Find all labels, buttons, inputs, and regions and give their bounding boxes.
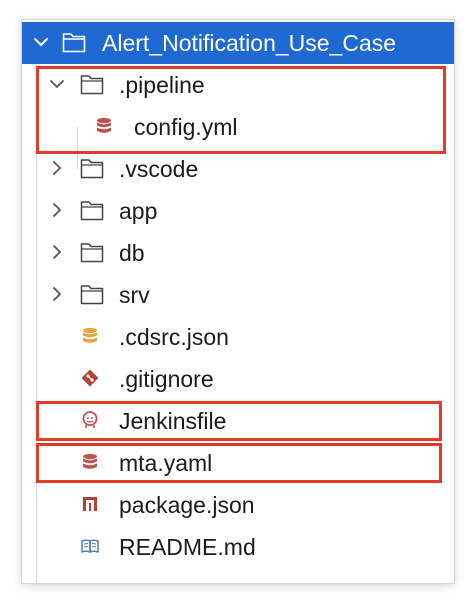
tree-item-jenkinsfile[interactable]: Jenkinsfile — [22, 400, 454, 442]
tree-item-label: .cdsrc.json — [119, 324, 229, 350]
tree-item-label: package.json — [119, 492, 255, 518]
git-icon — [81, 369, 99, 387]
database-icon — [83, 453, 97, 469]
tree-item-label: srv — [119, 282, 150, 308]
folder-icon — [80, 201, 104, 221]
tree-item-mta-yaml[interactable]: mta.yaml — [22, 442, 454, 484]
tree-item-label: db — [119, 240, 145, 266]
root-folder-row[interactable]: Alert_Notification_Use_Case — [22, 22, 454, 64]
tree-item-label: .gitignore — [119, 366, 214, 392]
book-icon — [81, 539, 99, 553]
tree-item-vscode[interactable]: .vscode — [22, 148, 454, 190]
tree-item-cdsrc-json[interactable]: .cdsrc.json — [22, 316, 454, 358]
root-folder-label: Alert_Notification_Use_Case — [102, 30, 397, 56]
tree-item-label: config.yml — [134, 114, 238, 140]
chevron-right-icon[interactable] — [48, 243, 66, 261]
tree-item-db[interactable]: db — [22, 232, 454, 274]
database-icon — [83, 327, 97, 343]
tree-item-label: .pipeline — [119, 72, 205, 98]
tree-item-label: app — [119, 198, 158, 224]
chevron-right-icon[interactable] — [48, 285, 66, 303]
tree-item-label: Jenkinsfile — [119, 408, 227, 434]
chevron-down-icon[interactable] — [32, 33, 50, 51]
explorer-panel: Alert_Notification_Use_Case .pipeline co… — [22, 20, 454, 583]
jenkins-icon — [82, 411, 98, 428]
tree-item-srv[interactable]: srv — [22, 274, 454, 316]
folder-icon — [80, 285, 104, 305]
tree-item-label: mta.yaml — [119, 450, 213, 476]
database-icon — [97, 117, 111, 133]
tree-item-pipeline[interactable]: .pipeline — [22, 64, 454, 106]
file-tree: Alert_Notification_Use_Case .pipeline co… — [22, 20, 454, 583]
tree-item-gitignore[interactable]: .gitignore — [22, 358, 454, 400]
tree-item-config-yml[interactable]: config.yml — [22, 106, 454, 148]
chevron-down-icon[interactable] — [48, 75, 66, 93]
tree-item-app[interactable]: app — [22, 190, 454, 232]
folder-icon — [62, 33, 86, 53]
tree-item-readme-md[interactable]: README.md — [22, 526, 454, 568]
folder-icon — [80, 75, 104, 95]
tree-item-label: .vscode — [119, 156, 199, 182]
tree-item-label: README.md — [119, 534, 256, 560]
chevron-right-icon[interactable] — [48, 201, 66, 219]
chevron-right-icon[interactable] — [48, 159, 66, 177]
npm-icon — [83, 497, 97, 511]
folder-icon — [80, 159, 104, 179]
folder-icon — [80, 243, 104, 263]
tree-item-package-json[interactable]: package.json — [22, 484, 454, 526]
